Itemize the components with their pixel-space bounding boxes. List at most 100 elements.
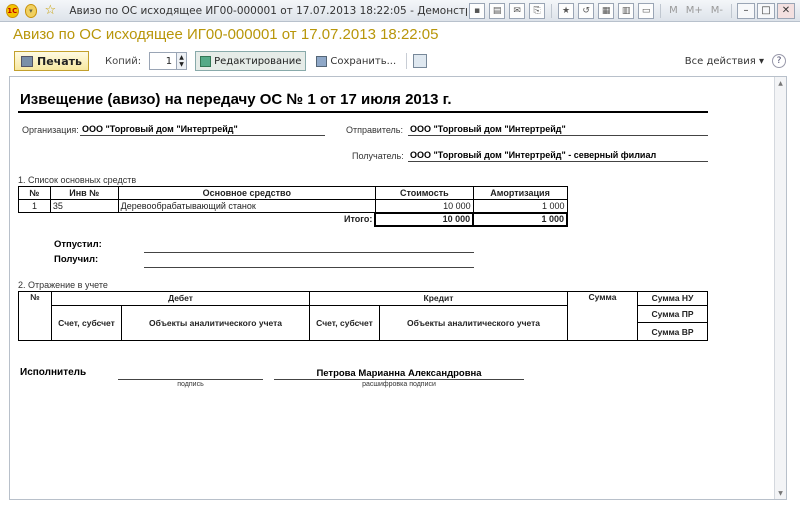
calendar-icon[interactable]: ▦ [598, 2, 615, 19]
memory-plus-button[interactable]: M+ [686, 5, 703, 16]
total-row: Итого: 10 000 1 000 [19, 211, 568, 227]
copies-input[interactable]: 1 ▲ ▼ [149, 52, 188, 70]
form-title: Извещение (авизо) на передачу ОС № 1 от … [20, 91, 452, 108]
executor-name-line [274, 379, 524, 380]
col-inv: Инв № [49, 186, 119, 200]
total-amort: 1 000 [472, 211, 568, 227]
history-icon[interactable]: ↺ [578, 2, 595, 19]
acc-col-credit: Кредит [309, 291, 568, 306]
organization-line [80, 135, 325, 136]
sender-label: Отправитель: [346, 125, 403, 135]
debit-account-header: Счет, субсчет [51, 304, 122, 342]
sender-line [408, 135, 708, 136]
row-amort: 1 000 [472, 199, 568, 213]
copies-value: 1 [165, 55, 173, 67]
section-assets-title: 1. Список основных средств [18, 175, 137, 185]
memory-m-button[interactable]: M [669, 5, 678, 16]
acc-col-sum-pr: Сумма ПР [637, 304, 708, 324]
command-bar: Печать Копий: 1 ▲ ▼ Редактирование Сохран… [0, 49, 800, 73]
main-menu-icon[interactable]: ▾ [24, 3, 38, 18]
total-label: Итого: [344, 214, 373, 225]
separator [731, 3, 732, 18]
separator [660, 3, 662, 18]
copies-label: Копий: [104, 55, 142, 67]
app-logo-icon[interactable]: 1С [6, 3, 19, 18]
separator [551, 3, 553, 18]
col-amort: Амортизация [472, 186, 568, 200]
save-button-label: Сохранить... [330, 55, 397, 67]
print-button-label: Печать [37, 54, 82, 68]
row-num: 1 [18, 199, 51, 213]
document-heading: Авизо по ОС исходящее ИГ00-000001 от 17.… [13, 26, 439, 43]
debit-objects-header: Объекты аналитического учета [121, 304, 310, 342]
save-icon[interactable]: ▪ [469, 2, 486, 19]
print-icon[interactable]: ▤ [489, 2, 506, 19]
separator [406, 53, 408, 69]
credit-objects-header: Объекты аналитического учета [379, 304, 568, 342]
credit-account-header: Счет, субсчет [309, 304, 380, 342]
preview-icon[interactable] [413, 54, 428, 68]
table-row[interactable]: 1 35 Деревообрабатывающий станок 10 000 … [18, 199, 568, 213]
printed-form: Извещение (авизо) на передачу ОС № 1 от … [10, 77, 774, 499]
favorite-star-icon[interactable]: ☆ [43, 3, 57, 18]
executor-label: Исполнитель [20, 367, 87, 378]
document-icon[interactable]: ▭ [638, 2, 655, 19]
print-button[interactable]: Печать [14, 51, 89, 71]
released-label: Отпустил: [54, 239, 102, 250]
acc-col-debit: Дебет [51, 291, 310, 306]
receiver-value: ООО "Торговый дом "Интертрейд" - северны… [410, 150, 657, 160]
star-icon[interactable]: ★ [558, 2, 575, 19]
help-icon[interactable]: ? [772, 54, 786, 68]
acc-col-sum: Сумма [567, 291, 638, 341]
save-as-button[interactable]: Сохранить... [312, 51, 400, 71]
title-underline [18, 111, 708, 113]
close-icon[interactable]: ✕ [777, 2, 795, 19]
scroll-up-icon[interactable]: ▲ [775, 77, 786, 89]
edit-button-label: Редактирование [214, 55, 302, 67]
released-line [144, 252, 474, 253]
assets-table: № Инв № Основное средство Стоимость Амор… [18, 186, 568, 227]
col-asset: Основное средство [117, 186, 376, 200]
maximize-icon[interactable]: □ [757, 2, 775, 19]
edit-icon [200, 55, 212, 67]
received-line [144, 267, 474, 268]
section-accounting-title: 2. Отражение в учете [18, 280, 108, 290]
row-inv: 35 [49, 199, 119, 213]
total-cost: 10 000 [374, 211, 475, 227]
row-asset: Деревообрабатывающий станок [117, 199, 376, 213]
link-icon[interactable]: ⎘ [529, 2, 546, 19]
receiver-line [408, 161, 708, 162]
executor-name: Петрова Марианна Александровна [316, 368, 482, 379]
signature-caption: подпись [177, 381, 204, 388]
title-tools: ▪ ▤ ✉ ⎘ ★ ↺ ▦ ▥ ▭ M M+ M- – □ ✕ [467, 2, 796, 19]
signature-decoding-caption: расшифровка подписи [362, 381, 436, 388]
minimize-icon[interactable]: – [737, 2, 755, 19]
receiver-label: Получатель: [352, 151, 404, 161]
floppy-icon [316, 55, 328, 67]
copies-spinner-icon[interactable]: ▲ ▼ [176, 53, 187, 69]
all-actions-menu[interactable]: Все действия ▾ [685, 56, 764, 67]
acc-col-num: № [18, 291, 52, 341]
received-label: Получил: [54, 254, 99, 265]
accounting-table: № Дебет Кредит Сумма Сумма НУ Счет, субс… [18, 291, 708, 342]
sender-value: ООО "Торговый дом "Интертрейд" [410, 124, 566, 134]
edit-toggle-button[interactable]: Редактирование [195, 51, 307, 71]
printer-icon [21, 55, 33, 67]
row-cost: 10 000 [374, 199, 474, 213]
memory-minus-button[interactable]: M- [711, 5, 723, 16]
signature-line [118, 379, 263, 380]
title-bar: 1С ▾ ☆ Авизо по ОС исходящее ИГ00-000001… [0, 0, 800, 22]
scroll-down-icon[interactable]: ▼ [775, 487, 786, 499]
col-cost: Стоимость [374, 186, 474, 200]
window-title: Авизо по ОС исходящее ИГ00-000001 от 17.… [69, 4, 468, 17]
acc-col-sum-vr: Сумма ВР [637, 322, 708, 341]
acc-col-sum-nu: Сумма НУ [637, 291, 708, 306]
vertical-scrollbar[interactable]: ▲ ▼ [774, 77, 786, 499]
organization-value: ООО "Торговый дом "Интертрейд" [82, 124, 238, 134]
organization-label: Организация: [22, 125, 79, 135]
assets-header-row: № Инв № Основное средство Стоимость Амор… [18, 186, 568, 200]
col-num: № [18, 186, 51, 200]
mail-icon[interactable]: ✉ [509, 2, 526, 19]
calculator-icon[interactable]: ▥ [618, 2, 635, 19]
spreadsheet-document[interactable]: Извещение (авизо) на передачу ОС № 1 от … [9, 76, 787, 500]
